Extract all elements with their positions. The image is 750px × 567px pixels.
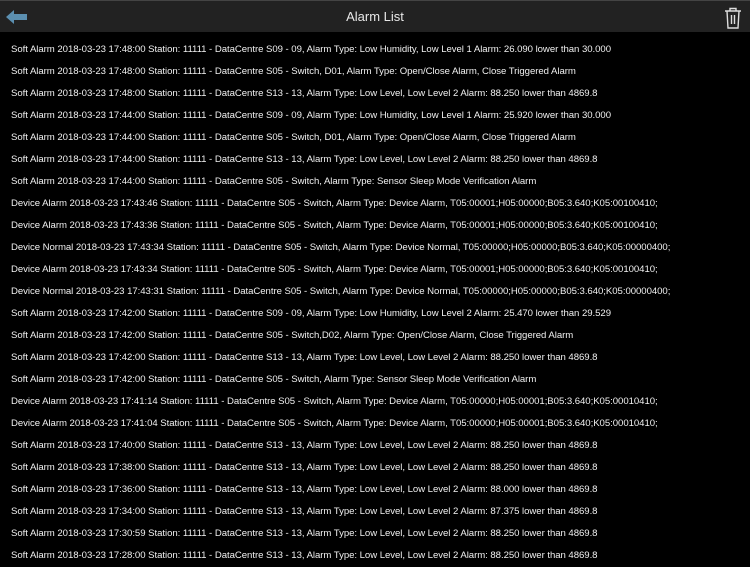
alarm-list-item[interactable]: Soft Alarm 2018-03-23 17:38:00 Station: … xyxy=(0,457,750,479)
alarm-list-item[interactable]: Soft Alarm 2018-03-23 17:48:00 Station: … xyxy=(0,83,750,105)
trash-icon[interactable] xyxy=(724,7,742,29)
alarm-list-item[interactable]: Device Alarm 2018-03-23 17:43:46 Station… xyxy=(0,193,750,215)
alarm-list-item[interactable]: Soft Alarm 2018-03-23 17:48:00 Station: … xyxy=(0,39,750,61)
alarm-list-item[interactable]: Device Normal 2018-03-23 17:43:31 Statio… xyxy=(0,281,750,303)
alarm-list-item[interactable]: Soft Alarm 2018-03-23 17:42:00 Station: … xyxy=(0,303,750,325)
alarm-list-item[interactable]: Soft Alarm 2018-03-23 17:28:00 Station: … xyxy=(0,545,750,567)
page-title: Alarm List xyxy=(346,9,404,24)
alarm-list-item[interactable]: Soft Alarm 2018-03-23 17:40:00 Station: … xyxy=(0,435,750,457)
alarm-list-item[interactable]: Soft Alarm 2018-03-23 17:44:00 Station: … xyxy=(0,105,750,127)
alarm-list: Soft Alarm 2018-03-23 17:48:00 Station: … xyxy=(0,32,750,567)
alarm-list-item[interactable]: Soft Alarm 2018-03-23 17:44:00 Station: … xyxy=(0,127,750,149)
alarm-list-item[interactable]: Soft Alarm 2018-03-23 17:44:00 Station: … xyxy=(0,149,750,171)
alarm-list-item[interactable]: Soft Alarm 2018-03-23 17:48:00 Station: … xyxy=(0,61,750,83)
alarm-list-item[interactable]: Soft Alarm 2018-03-23 17:30:59 Station: … xyxy=(0,523,750,545)
alarm-list-item[interactable]: Soft Alarm 2018-03-23 17:42:00 Station: … xyxy=(0,325,750,347)
alarm-list-item[interactable]: Soft Alarm 2018-03-23 17:44:00 Station: … xyxy=(0,171,750,193)
alarm-list-item[interactable]: Device Alarm 2018-03-23 17:41:04 Station… xyxy=(0,413,750,435)
alarm-list-item[interactable]: Soft Alarm 2018-03-23 17:36:00 Station: … xyxy=(0,479,750,501)
alarm-list-item[interactable]: Device Normal 2018-03-23 17:43:34 Statio… xyxy=(0,237,750,259)
alarm-list-item[interactable]: Device Alarm 2018-03-23 17:43:36 Station… xyxy=(0,215,750,237)
alarm-list-item[interactable]: Device Alarm 2018-03-23 17:43:34 Station… xyxy=(0,259,750,281)
alarm-list-item[interactable]: Soft Alarm 2018-03-23 17:42:00 Station: … xyxy=(0,369,750,391)
nav-bar: Alarm List xyxy=(0,0,750,32)
alarm-list-item[interactable]: Device Alarm 2018-03-23 17:41:14 Station… xyxy=(0,391,750,413)
alarm-list-item[interactable]: Soft Alarm 2018-03-23 17:34:00 Station: … xyxy=(0,501,750,523)
alarm-list-item[interactable]: Soft Alarm 2018-03-23 17:42:00 Station: … xyxy=(0,347,750,369)
